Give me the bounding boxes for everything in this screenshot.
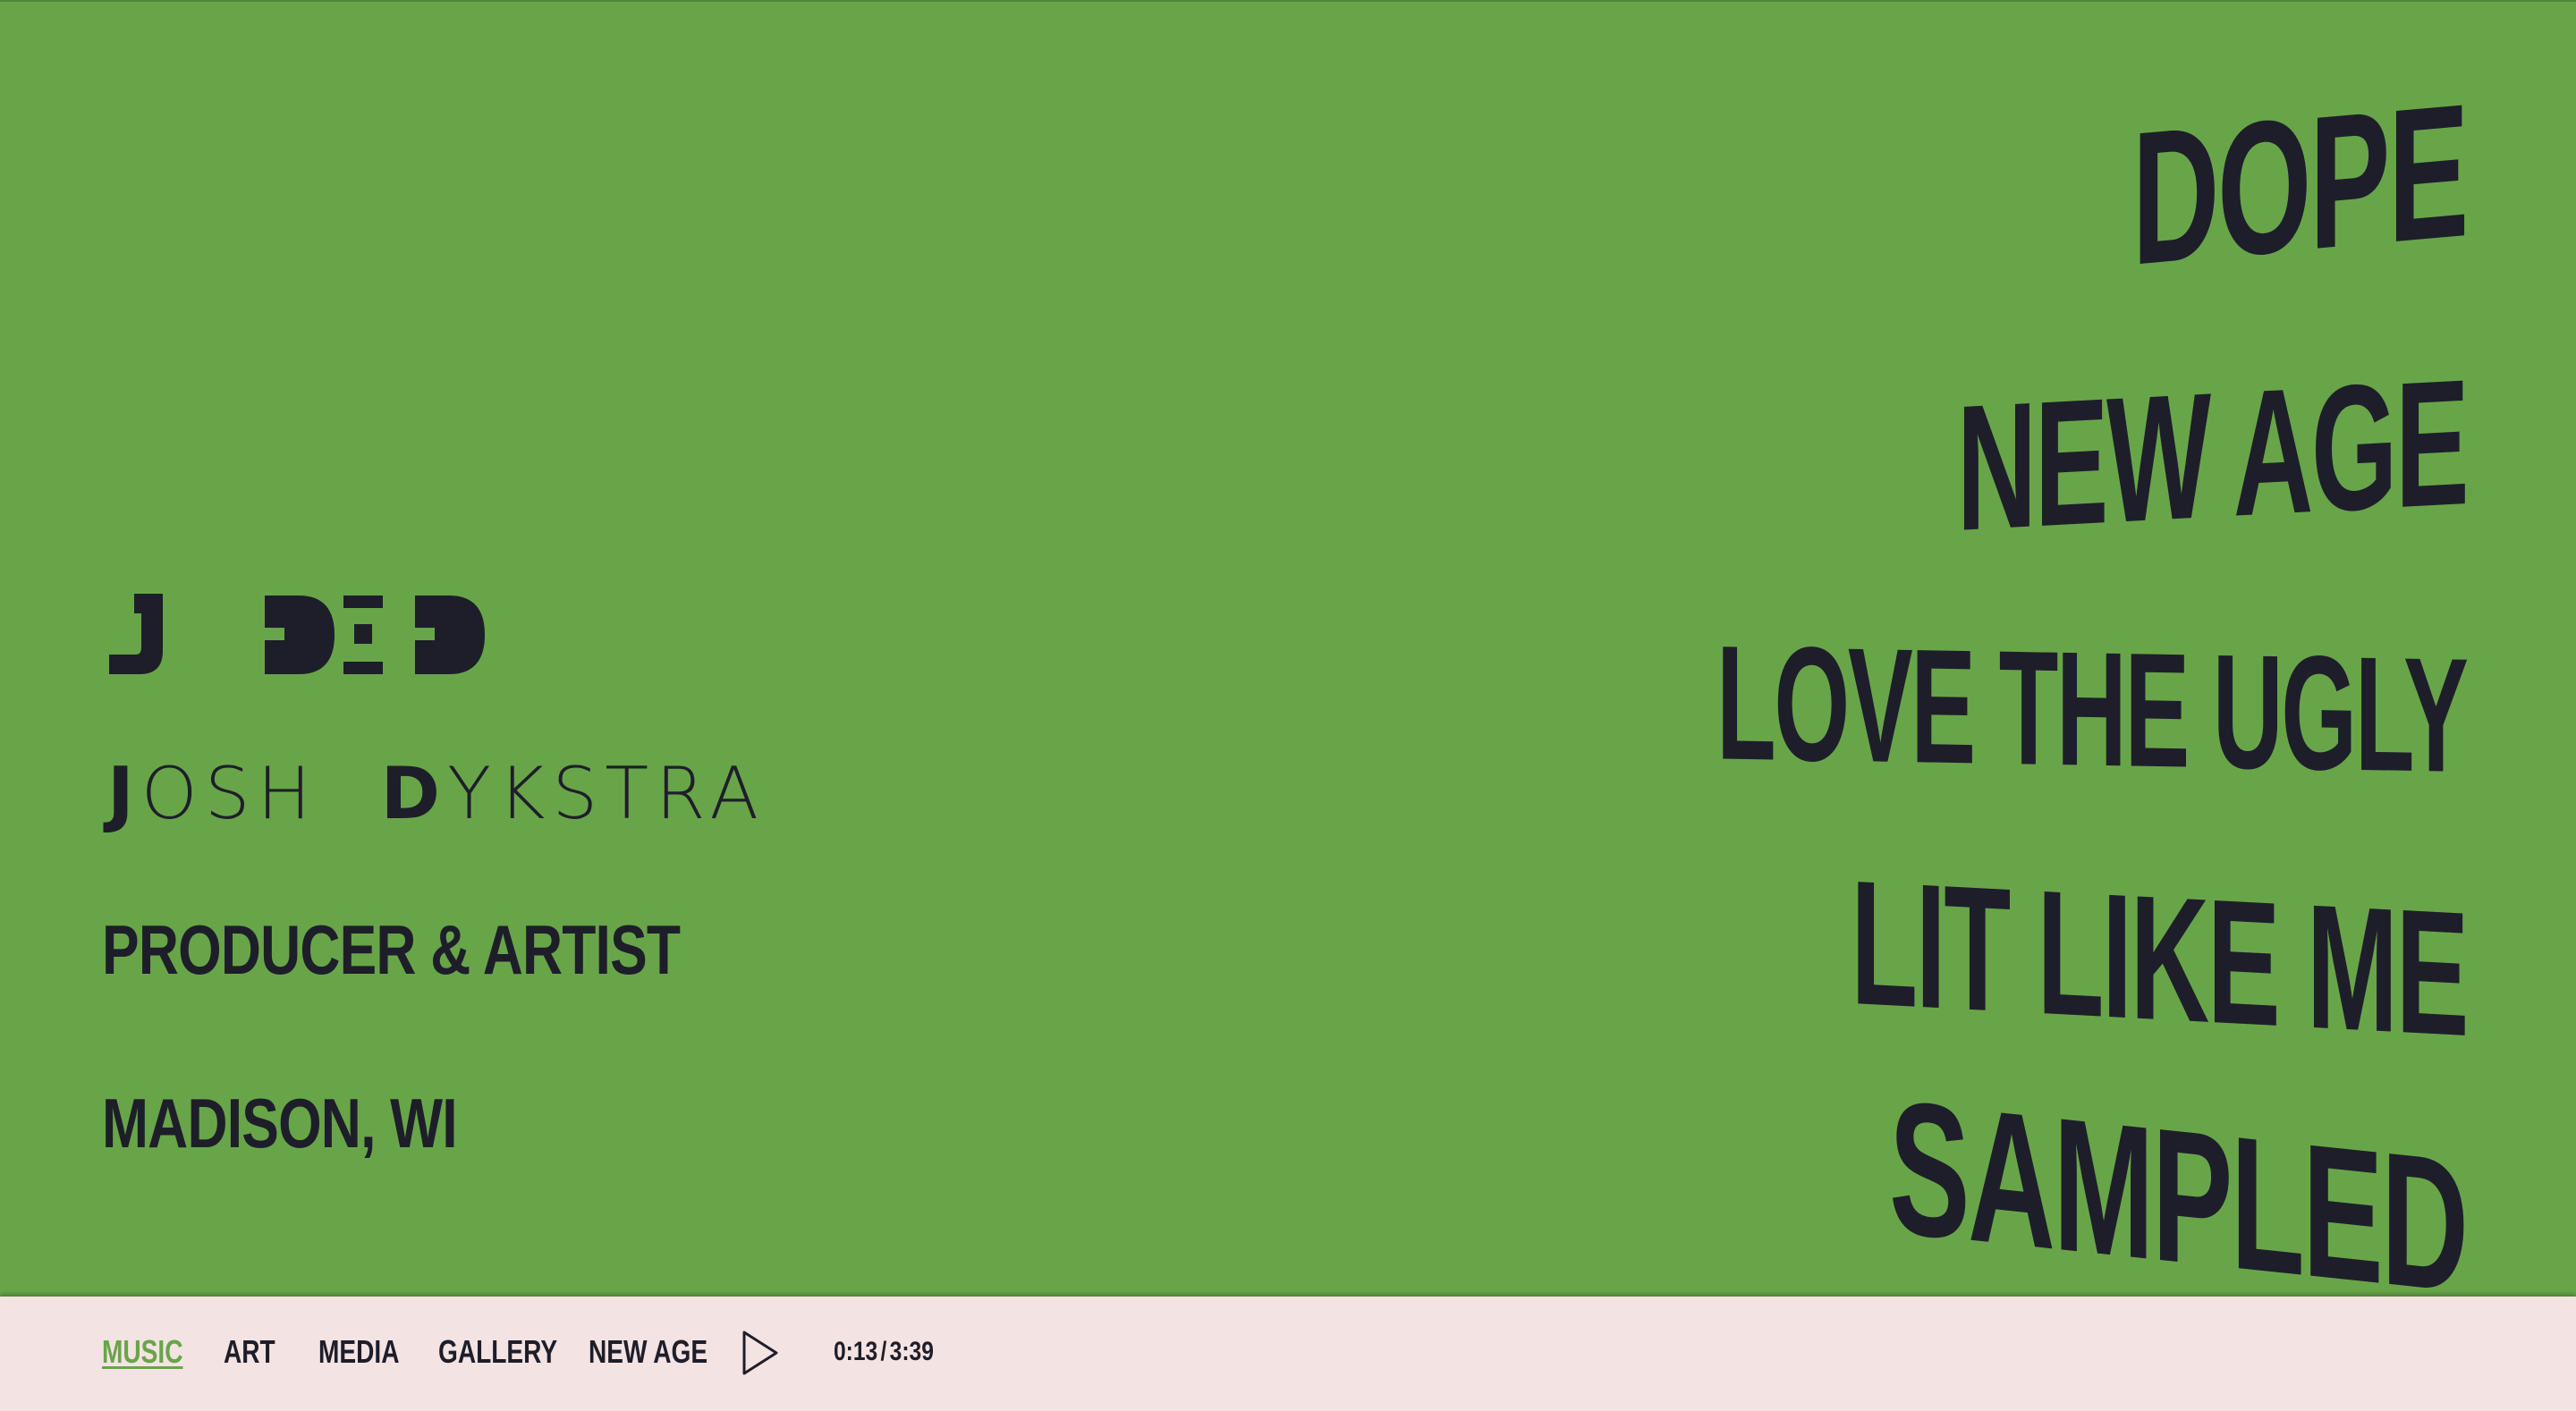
name-rest: OSH: [140, 752, 318, 835]
logo-mark: [109, 594, 485, 674]
location: MADISON, WI: [102, 1084, 458, 1162]
song-title: DOPE: [2131, 63, 2467, 305]
last-name: DYKSTRA: [381, 758, 766, 830]
song-link-lit-like-me[interactable]: LIT LIKE ME: [1851, 842, 2467, 1073]
song-link-sampled[interactable]: SAMPLED: [1889, 1060, 2467, 1297]
current-time: 0:13: [834, 1337, 878, 1366]
song-link-new-age[interactable]: NEW AGE: [1956, 342, 2467, 569]
nav-item-media[interactable]: MEDIA: [318, 1332, 399, 1372]
song-title: SAMPLED: [1889, 1060, 2467, 1297]
tagline: PRODUCER & ARTIST: [102, 910, 681, 989]
play-icon: [742, 1331, 778, 1375]
name-rest: YKSTRA: [447, 752, 767, 835]
hero-section: JOSH DYKSTRA PRODUCER & ARTIST MADISON, W…: [0, 0, 2576, 1297]
duration: 3:39: [889, 1337, 934, 1366]
song-link-love-the-ugly[interactable]: LOVE THE UGLY: [1716, 611, 2467, 807]
name-initial: D: [380, 752, 448, 835]
time-separator: /: [880, 1337, 887, 1366]
song-title: LIT LIKE ME: [1851, 842, 2467, 1073]
full-name: JOSH DYKSTRA: [107, 758, 766, 830]
nav-item-gallery[interactable]: GALLERY: [438, 1332, 557, 1372]
nav-item-music[interactable]: MUSIC: [102, 1332, 182, 1372]
playback-time: 0:13/3:39: [834, 1336, 934, 1368]
logo: [106, 592, 490, 678]
first-name: JOSH: [107, 758, 318, 830]
now-playing-title: NEW AGE: [589, 1333, 708, 1370]
song-title: LOVE THE UGLY: [1716, 611, 2467, 807]
nav-item-art[interactable]: ART: [224, 1332, 275, 1372]
song-link-dope[interactable]: DOPE: [2131, 63, 2467, 305]
play-button[interactable]: [739, 1329, 782, 1377]
name-initial: J: [107, 752, 141, 835]
song-title: NEW AGE: [1956, 342, 2467, 569]
bottom-nav-bar: MUSIC ART MEDIA GALLERY NEW AGE 0:13/3:3…: [0, 1297, 2576, 1411]
